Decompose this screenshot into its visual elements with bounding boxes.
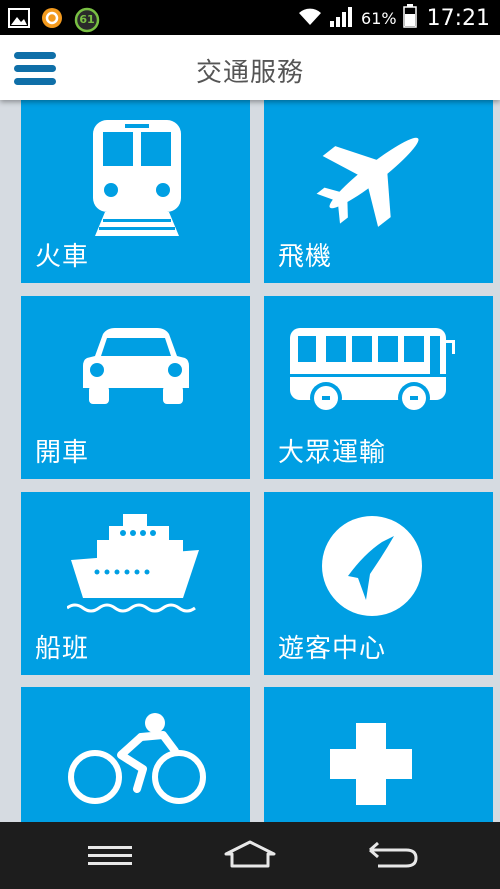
tile-bicycle[interactable] bbox=[21, 687, 250, 822]
tile-visitor-center[interactable]: 遊客中心 bbox=[264, 492, 493, 675]
home-icon bbox=[224, 840, 276, 868]
gallery-icon bbox=[8, 8, 30, 32]
signal-icon bbox=[329, 5, 355, 31]
transport-grid: 火車 飛機 開車 大眾運輸 船班 遊客中心 bbox=[0, 100, 500, 822]
page-title: 交通服務 bbox=[195, 58, 304, 88]
medical-cross-icon bbox=[330, 723, 412, 805]
tile-ship-label: 船班 bbox=[35, 634, 90, 664]
clean-master-icon: 61 bbox=[74, 7, 100, 33]
back-icon bbox=[369, 841, 418, 868]
status-bar: 61 61% 17:21 bbox=[0, 0, 500, 35]
tile-car[interactable]: 開車 bbox=[21, 296, 250, 479]
app-bar: 交通服務 bbox=[0, 35, 500, 100]
car-icon bbox=[83, 328, 189, 404]
app-notification-icon bbox=[40, 6, 64, 34]
battery-icon bbox=[402, 4, 417, 32]
tile-airplane[interactable]: 飛機 bbox=[264, 100, 493, 283]
menu-lines-icon bbox=[88, 846, 132, 865]
tile-bus-label: 大眾運輸 bbox=[278, 438, 387, 468]
tile-bus[interactable]: 大眾運輸 bbox=[264, 296, 493, 479]
visitor-center-icon bbox=[322, 516, 422, 616]
battery-percent: 61% bbox=[361, 8, 397, 28]
ship-icon bbox=[67, 514, 199, 613]
tile-train-label: 火車 bbox=[35, 242, 90, 272]
back-button[interactable] bbox=[362, 838, 422, 874]
tile-car-label: 開車 bbox=[35, 438, 90, 468]
tile-train[interactable]: 火車 bbox=[21, 100, 250, 283]
tile-airplane-label: 飛機 bbox=[278, 242, 333, 272]
navigation-bar bbox=[0, 822, 500, 889]
tile-medical[interactable] bbox=[264, 687, 493, 822]
wifi-icon bbox=[297, 5, 323, 31]
bus-icon bbox=[290, 328, 455, 414]
tile-ship[interactable]: 船班 bbox=[21, 492, 250, 675]
bicycle-icon bbox=[68, 713, 206, 804]
notification-badge: 61 bbox=[79, 13, 95, 26]
train-icon bbox=[93, 120, 181, 236]
tile-visitor-center-label: 遊客中心 bbox=[278, 634, 387, 664]
recent-apps-button[interactable] bbox=[82, 838, 142, 874]
clock: 17:21 bbox=[426, 5, 490, 31]
home-button[interactable] bbox=[220, 838, 280, 874]
airplane-icon bbox=[316, 137, 419, 227]
